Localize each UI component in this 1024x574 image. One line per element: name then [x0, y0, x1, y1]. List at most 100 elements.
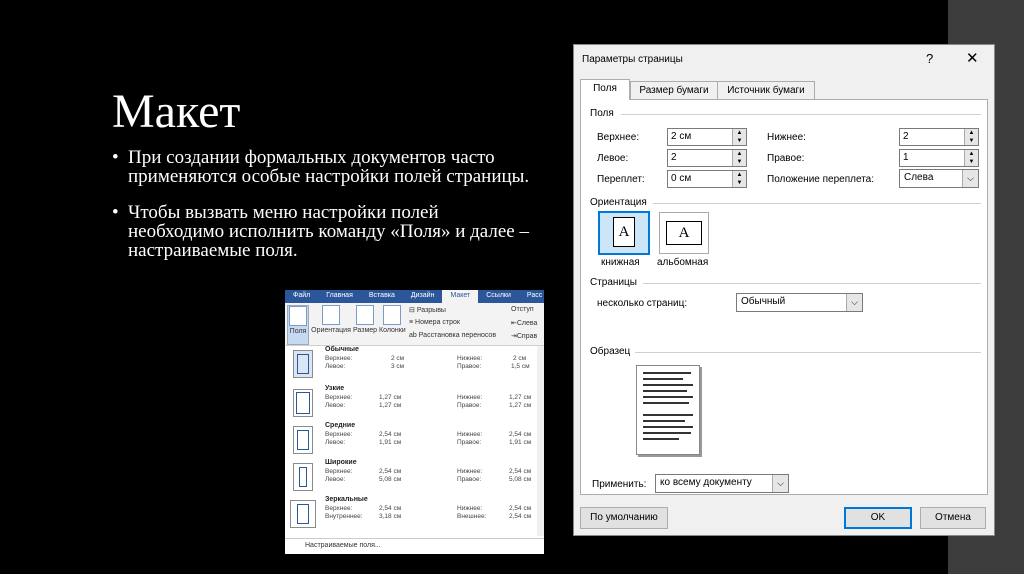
columns-button-label: Колонки [379, 327, 406, 334]
portrait-icon: A [613, 217, 635, 247]
preset-wide[interactable]: Широкие Верхнее: 2,54 см Левое: 5,08 см … [285, 459, 537, 496]
preset-value: 2 см [391, 355, 405, 362]
portrait-option[interactable]: A [598, 211, 650, 255]
tab-paper-source[interactable]: Источник бумаги [717, 81, 815, 99]
columns-icon [383, 305, 401, 325]
size-button[interactable]: Размер [353, 305, 377, 334]
preview-line [643, 372, 691, 374]
chevron-down-icon[interactable]: ⌵ [962, 170, 978, 187]
indent-label: Отступ [511, 306, 534, 313]
preset-narrow[interactable]: Узкие Верхнее: 1,27 см Левое: 1,27 см Ни… [285, 385, 537, 422]
bullet-dot: • [112, 147, 119, 168]
gutter-field[interactable]: 0 см ▲ ▼ [667, 170, 747, 188]
help-icon[interactable]: ? [926, 51, 933, 66]
preset-value: 2,54 см [379, 505, 402, 512]
preset-name: Средние [325, 422, 356, 429]
preview-line [643, 384, 693, 386]
orientation-button[interactable]: Ориентация [311, 305, 351, 334]
right-margin-field[interactable]: 1 ▲ ▼ [899, 149, 979, 167]
ribbon-tab-layout[interactable]: Макет [442, 290, 479, 303]
custom-margins-item[interactable]: Настраиваемые поля... [285, 538, 544, 553]
preview-line [643, 402, 689, 404]
ok-button[interactable]: OK [844, 507, 912, 529]
line-numbers-button[interactable]: ≡ Номера строк [409, 319, 460, 326]
ribbon-tab-references[interactable]: Ссылки [478, 290, 519, 303]
cancel-button[interactable]: Отмена [920, 507, 986, 529]
preset-value: 3 см [391, 363, 405, 370]
margins-button[interactable]: Поля [287, 305, 309, 345]
landscape-option[interactable]: A [659, 212, 709, 254]
preview-line [643, 390, 687, 392]
preset-name: Широкие [325, 459, 357, 466]
preset-label: Левое: [325, 402, 346, 409]
preset-mirrored[interactable]: Зеркальные Верхнее: 2,54 см Внутреннее: … [285, 496, 537, 533]
spin-arrows-icon[interactable]: ▲ ▼ [964, 129, 978, 145]
preview-line [643, 438, 679, 440]
orientation-section-title: Ориентация [590, 197, 647, 208]
ribbon-tab-mailings[interactable]: Расс [519, 290, 544, 303]
preset-moderate[interactable]: Средние Верхнее: 2,54 см Левое: 1,91 см … [285, 422, 537, 459]
margins-dropdown: Обычные Верхнее: 2 см Левое: 3 см Нижнее… [285, 346, 544, 546]
bullet-text: Чтобы вызвать меню настройки полей необх… [128, 202, 529, 261]
line-numbers-label: Номера строк [415, 319, 460, 326]
left-margin-label: Левое: [597, 153, 629, 164]
preset-normal[interactable]: Обычные Верхнее: 2 см Левое: 3 см Нижнее… [285, 346, 537, 383]
columns-button[interactable]: Колонки [379, 305, 406, 334]
multiple-pages-select[interactable]: Обычный ⌵ [736, 293, 863, 312]
preset-name: Зеркальные [325, 496, 368, 503]
preset-label: Правое: [457, 439, 482, 446]
section-divider [621, 114, 981, 115]
ribbon-tab-file[interactable]: Файл [285, 290, 318, 303]
preset-label: Верхнее: [325, 355, 353, 362]
spin-arrows-icon[interactable]: ▲ ▼ [964, 150, 978, 166]
indent-right[interactable]: ⇥Справ [511, 332, 537, 340]
gutter-position-select[interactable]: Слева ⌵ [899, 169, 979, 188]
preset-value: 2,54 см [509, 513, 532, 520]
sample-section-title: Образец [590, 346, 631, 357]
chevron-down-icon[interactable]: ⌵ [772, 475, 788, 492]
indent-right-label: Справ [516, 333, 538, 340]
apply-to-select[interactable]: ко всему документу ⌵ [655, 474, 789, 493]
ribbon-tab-insert[interactable]: Вставка [361, 290, 403, 303]
left-margin-value: 2 [671, 152, 677, 163]
set-default-button[interactable]: По умолчанию [580, 507, 668, 529]
top-margin-value: 2 см [671, 131, 692, 142]
top-margin-field[interactable]: 2 см ▲ ▼ [667, 128, 747, 146]
breaks-button[interactable]: ⊟ Разрывы [409, 306, 446, 314]
preset-value: 2,54 см [509, 431, 532, 438]
preset-value: 2,54 см [379, 431, 402, 438]
spin-arrows-icon[interactable]: ▲ ▼ [732, 150, 746, 166]
preset-value: 1,27 см [509, 394, 532, 401]
preset-value: 5,08 см [379, 476, 402, 483]
page-preview [636, 365, 700, 455]
hyphenation-button[interactable]: ab Расстановка переносов [409, 332, 496, 339]
preset-label: Правое: [457, 476, 482, 483]
indent-left-label: Слева [516, 320, 538, 327]
preset-value: 1,27 см [509, 402, 532, 409]
margins-dropdown-scrollbar[interactable] [537, 346, 544, 536]
preset-value: 1,27 см [379, 394, 402, 401]
breaks-label: Разрывы [416, 307, 446, 314]
apply-to-value: ко всему документу [660, 477, 752, 488]
tab-margins[interactable]: Поля [580, 79, 630, 100]
preset-value: 3,18 см [379, 513, 402, 520]
ribbon-tab-home[interactable]: Главная [318, 290, 361, 303]
spin-arrows-icon[interactable]: ▲ ▼ [732, 129, 746, 145]
bottom-margin-field[interactable]: 2 ▲ ▼ [899, 128, 979, 146]
size-icon [356, 305, 374, 325]
chevron-down-icon[interactable]: ⌵ [846, 294, 862, 311]
tab-paper-size[interactable]: Размер бумаги [630, 81, 718, 99]
left-margin-field[interactable]: 2 ▲ ▼ [667, 149, 747, 167]
preset-value: 2,54 см [379, 468, 402, 475]
custom-margins-label: Настраиваемые поля... [305, 542, 381, 549]
orientation-icon [322, 305, 340, 325]
portrait-label: книжная [601, 257, 640, 268]
ribbon-tab-design[interactable]: Дизайн [403, 290, 443, 303]
pages-section-title: Страницы [590, 277, 637, 288]
preset-label: Нижнее: [457, 468, 483, 475]
close-icon[interactable]: ✕ [966, 49, 979, 67]
indent-left[interactable]: ⇤Слева [511, 319, 537, 327]
spin-arrows-icon[interactable]: ▲ ▼ [732, 171, 746, 187]
preset-value: 1,27 см [379, 402, 402, 409]
ribbon-screenshot: Файл Главная Вставка Дизайн Макет Ссылки… [285, 290, 544, 554]
